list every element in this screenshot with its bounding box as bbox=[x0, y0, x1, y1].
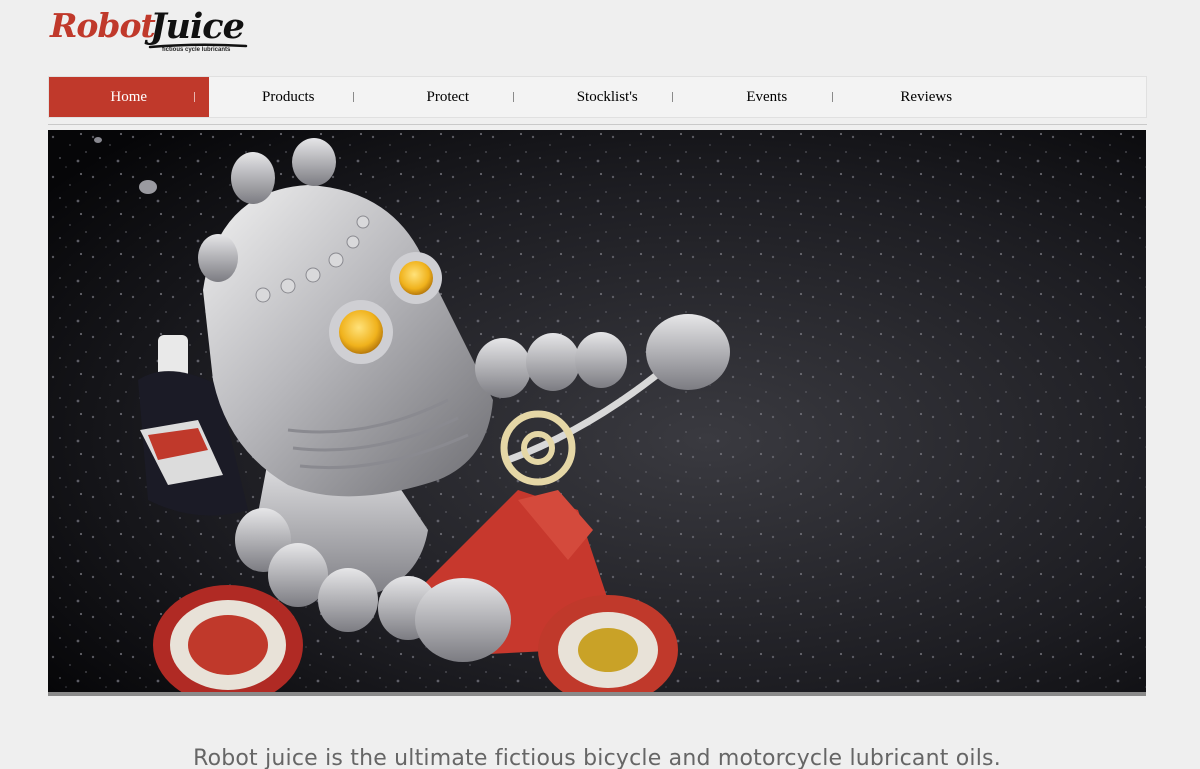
hero-bottom-bar bbox=[48, 692, 1146, 696]
nav-item-label: Reviews bbox=[900, 88, 953, 105]
nav-item-products[interactable]: Products bbox=[209, 77, 369, 117]
nav-item-label: Products bbox=[262, 88, 315, 105]
nav-item-reviews[interactable]: Reviews bbox=[847, 77, 1007, 117]
nav-separator bbox=[512, 92, 514, 102]
nav-separator bbox=[193, 92, 195, 102]
nav-separator bbox=[831, 92, 833, 102]
nav-separator bbox=[672, 92, 673, 102]
logo-word-robot: Robot bbox=[50, 6, 156, 45]
nav-separator bbox=[353, 92, 354, 102]
site-logo[interactable]: Robot Juice fictious cycle lubricants bbox=[50, 6, 250, 60]
robot-tricycle-illustration bbox=[48, 130, 1146, 692]
logo-word-juice: Juice bbox=[150, 6, 245, 47]
nav-item-label: Home bbox=[110, 88, 148, 105]
nav-item-protect[interactable]: Protect bbox=[368, 77, 528, 117]
nav-item-home[interactable]: Home bbox=[49, 77, 209, 117]
main-nav: Home Products Protect Stocklist's Events… bbox=[48, 76, 1147, 118]
nav-item-label: Stocklist's bbox=[576, 88, 638, 105]
nav-item-label: Events bbox=[746, 88, 788, 105]
nav-item-events[interactable]: Events bbox=[687, 77, 847, 117]
logo-tagline: fictious cycle lubricants bbox=[162, 47, 231, 53]
hero-image bbox=[48, 130, 1146, 692]
nav-item-label: Protect bbox=[426, 88, 470, 105]
intro-tagline: Robot juice is the ultimate fictious bic… bbox=[193, 746, 1001, 769]
nav-divider bbox=[48, 124, 1147, 125]
nav-item-stocklists[interactable]: Stocklist's bbox=[528, 77, 688, 117]
